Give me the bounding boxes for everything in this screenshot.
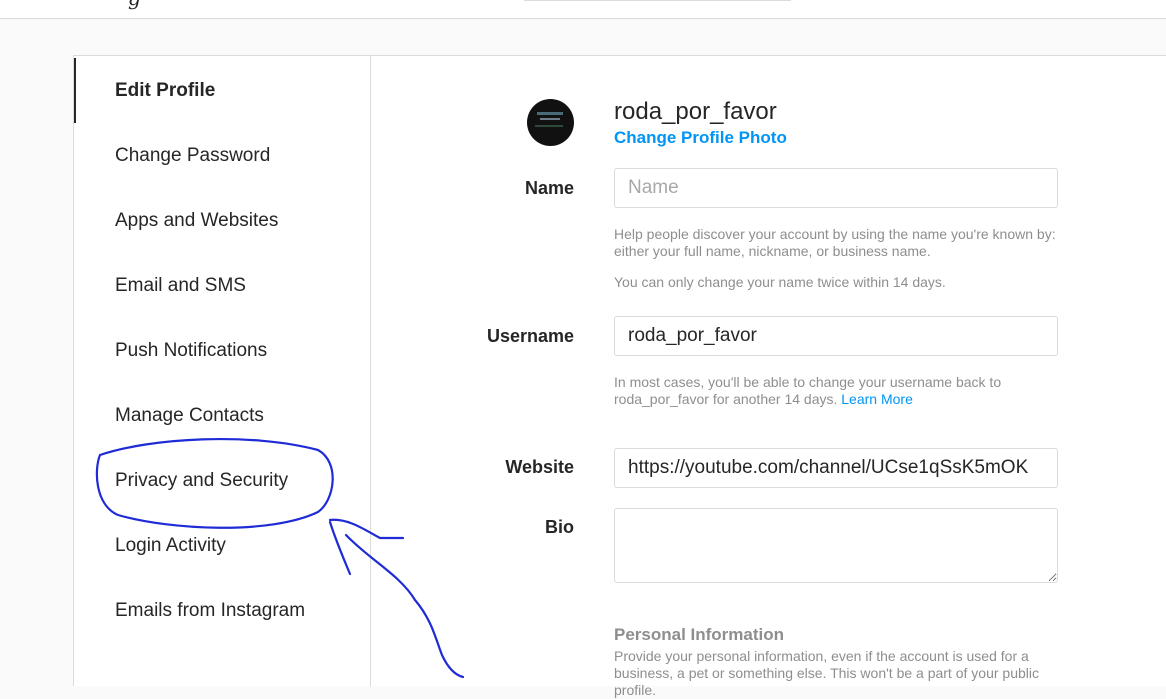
sidebar-item-change-password[interactable]: Change Password xyxy=(74,123,370,188)
name-field[interactable] xyxy=(614,168,1058,208)
search-input[interactable] xyxy=(524,0,791,1)
change-profile-photo-link[interactable]: Change Profile Photo xyxy=(614,128,787,148)
personal-information-title: Personal Information xyxy=(614,625,785,644)
name-change-limit-text: You can only change your name twice with… xyxy=(614,274,946,290)
avatar[interactable] xyxy=(527,99,574,146)
avatar-image-detail xyxy=(540,118,560,120)
username-help-body: In most cases, you'll be able to change … xyxy=(614,374,1002,407)
sidebar-item-manage-contacts[interactable]: Manage Contacts xyxy=(74,383,370,448)
name-help-text: Help people discover your account by usi… xyxy=(614,226,1056,259)
name-label: Name xyxy=(524,178,574,198)
settings-sidebar: Edit Profile Change Password Apps and We… xyxy=(74,56,371,687)
learn-more-link[interactable]: Learn More xyxy=(841,391,913,407)
sidebar-item-login-activity[interactable]: Login Activity xyxy=(74,513,370,578)
top-navigation-bar: g xyxy=(0,0,1166,19)
personal-information-help: Provide your personal information, even … xyxy=(614,648,1039,698)
instagram-logo-icon[interactable]: g xyxy=(128,0,152,10)
sidebar-item-privacy-and-security[interactable]: Privacy and Security xyxy=(74,448,370,513)
sidebar-item-emails-from-instagram[interactable]: Emails from Instagram xyxy=(74,578,370,643)
sidebar-item-edit-profile[interactable]: Edit Profile xyxy=(74,58,370,123)
sidebar-item-apps-and-websites[interactable]: Apps and Websites xyxy=(74,188,370,253)
sidebar-item-push-notifications[interactable]: Push Notifications xyxy=(74,318,370,383)
username-label: Username xyxy=(486,326,574,346)
username-help-text: In most cases, you'll be able to change … xyxy=(614,374,1064,408)
website-label: Website xyxy=(505,457,574,477)
avatar-image-detail xyxy=(537,112,563,115)
avatar-image-detail xyxy=(535,125,563,127)
profile-username: roda_por_favor xyxy=(614,98,777,125)
bio-field[interactable] xyxy=(614,508,1058,583)
sidebar-item-email-and-sms[interactable]: Email and SMS xyxy=(74,253,370,318)
settings-panel: Edit Profile Change Password Apps and We… xyxy=(73,55,1166,698)
website-field[interactable] xyxy=(614,448,1058,488)
bio-label: Bio xyxy=(545,517,574,537)
edit-profile-form: roda_por_favor Change Profile Photo Name… xyxy=(371,56,1166,698)
username-field[interactable] xyxy=(614,316,1058,356)
